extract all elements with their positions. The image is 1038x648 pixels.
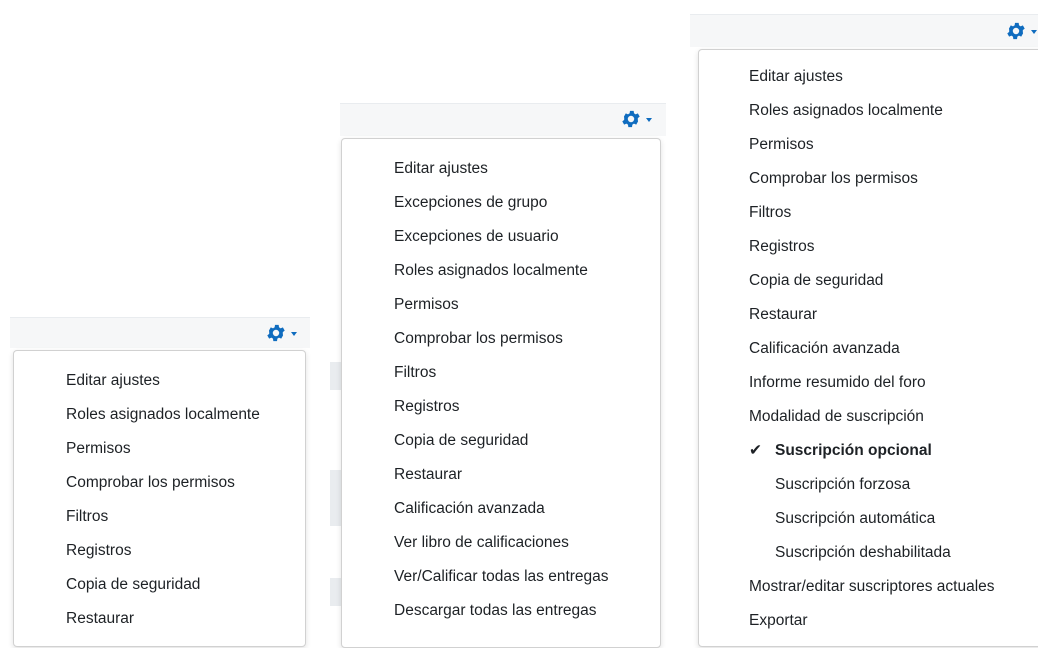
caret-down-icon: [646, 118, 652, 122]
menu-item-descargar-entregas[interactable]: Descargar todas las entregas: [342, 594, 660, 628]
menu-item-calificacion-avanzada[interactable]: Calificación avanzada: [699, 332, 1038, 366]
menu-item-restaurar[interactable]: Restaurar: [699, 298, 1038, 332]
menu-item-suscripcion-opcional[interactable]: ✔ Suscripción opcional: [699, 434, 1038, 468]
actions-menu-toggle[interactable]: [265, 322, 297, 344]
menu-item-editar-ajustes[interactable]: Editar ajustes: [699, 60, 1038, 94]
menu-item-copia-seguridad[interactable]: Copia de seguridad: [342, 424, 660, 458]
menu-item-registros[interactable]: Registros: [342, 390, 660, 424]
menu-item-registros[interactable]: Registros: [14, 534, 305, 568]
menu-item-suscripcion-deshabilitada[interactable]: Suscripción deshabilitada: [699, 536, 1038, 570]
menu-item-permisos[interactable]: Permisos: [14, 432, 305, 466]
header-strip-2: [340, 103, 666, 136]
gear-icon: [1007, 22, 1025, 40]
menu-item-exportar[interactable]: Exportar: [699, 604, 1038, 638]
menu-item-filtros[interactable]: Filtros: [14, 500, 305, 534]
header-strip-3: [690, 14, 1038, 47]
menu-item-restaurar[interactable]: Restaurar: [342, 458, 660, 492]
menu-item-ver-libro[interactable]: Ver libro de calificaciones: [342, 526, 660, 560]
actions-menu-toggle[interactable]: [620, 108, 652, 130]
menu-item-comprobar-permisos[interactable]: Comprobar los permisos: [699, 162, 1038, 196]
gear-icon: [622, 110, 640, 128]
menu-item-filtros[interactable]: Filtros: [342, 356, 660, 390]
actions-menu-toggle[interactable]: [1005, 20, 1037, 42]
menu-item-copia-seguridad[interactable]: Copia de seguridad: [14, 568, 305, 602]
menu-item-roles[interactable]: Roles asignados localmente: [699, 94, 1038, 128]
menu-item-excepciones-usuario[interactable]: Excepciones de usuario: [342, 220, 660, 254]
menu-item-editar-ajustes[interactable]: Editar ajustes: [342, 152, 660, 186]
caret-down-icon: [1031, 30, 1037, 34]
menu-item-informe-foro[interactable]: Informe resumido del foro: [699, 366, 1038, 400]
menu-item-roles[interactable]: Roles asignados localmente: [342, 254, 660, 288]
menu-item-roles[interactable]: Roles asignados localmente: [14, 398, 305, 432]
menu-item-ver-calificar-entregas[interactable]: Ver/Calificar todas las entregas: [342, 560, 660, 594]
menu-item-label: Suscripción opcional: [775, 442, 932, 459]
menu-item-mostrar-suscriptores[interactable]: Mostrar/editar suscriptores actuales: [699, 570, 1038, 604]
menu-item-registros[interactable]: Registros: [699, 230, 1038, 264]
menu-item-comprobar-permisos[interactable]: Comprobar los permisos: [14, 466, 305, 500]
dropdown-menu: Editar ajustes Roles asignados localment…: [698, 49, 1038, 647]
caret-down-icon: [291, 332, 297, 336]
dropdown-menu: Editar ajustes Excepciones de grupo Exce…: [341, 138, 661, 648]
menu-item-suscripcion-forzosa[interactable]: Suscripción forzosa: [699, 468, 1038, 502]
menu-item-comprobar-permisos[interactable]: Comprobar los permisos: [342, 322, 660, 356]
menu-item-modalidad-suscripcion[interactable]: Modalidad de suscripción: [699, 400, 1038, 434]
menu-item-excepciones-grupo[interactable]: Excepciones de grupo: [342, 186, 660, 220]
menu-item-permisos[interactable]: Permisos: [342, 288, 660, 322]
dropdown-menu: Editar ajustes Roles asignados localment…: [13, 350, 306, 647]
menu-item-copia-seguridad[interactable]: Copia de seguridad: [699, 264, 1038, 298]
menu-item-calificacion-avanzada[interactable]: Calificación avanzada: [342, 492, 660, 526]
menu-item-editar-ajustes[interactable]: Editar ajustes: [14, 364, 305, 398]
menu-item-restaurar[interactable]: Restaurar: [14, 602, 305, 636]
gear-icon: [267, 324, 285, 342]
checkmark-icon: ✔: [749, 442, 762, 459]
menu-item-suscripcion-automatica[interactable]: Suscripción automática: [699, 502, 1038, 536]
menu-item-permisos[interactable]: Permisos: [699, 128, 1038, 162]
menu-item-filtros[interactable]: Filtros: [699, 196, 1038, 230]
